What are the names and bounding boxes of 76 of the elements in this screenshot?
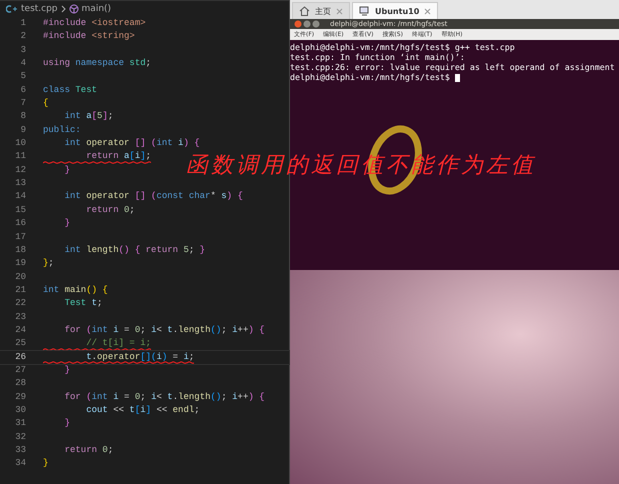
line-number: 33	[14, 444, 26, 457]
maximize-icon[interactable]	[312, 20, 320, 28]
line-number: 1	[20, 17, 26, 30]
code-line: for (int i = 0; i< t.length(); i++) {	[64, 324, 265, 337]
line-number: 21	[14, 284, 26, 297]
line-number: 31	[14, 417, 26, 430]
code-line: for (int i = 0; i< t.length(); i++) {	[64, 390, 265, 404]
terminal-line: delphi@delphi-vm:/mnt/hgfs/test$	[290, 72, 451, 82]
code-line: int main() {	[43, 284, 108, 297]
cube-icon	[68, 4, 79, 14]
code-line: #include <string>	[43, 30, 135, 44]
close-icon[interactable]	[424, 8, 432, 14]
line-number: 23	[14, 310, 26, 324]
close-icon[interactable]	[294, 20, 302, 28]
code-line: cout << t[i] << endl;	[85, 404, 200, 417]
line-number: 19	[14, 257, 26, 270]
terminal-line: test.cpp: In function ‘int main()’:	[290, 52, 465, 62]
terminal-cursor	[454, 74, 460, 82]
code-line: }	[64, 364, 70, 377]
minimize-icon[interactable]	[303, 20, 311, 28]
line-number: 20	[14, 270, 26, 284]
breadcrumb-file[interactable]: test.cpp	[21, 4, 58, 14]
line-number: 13	[14, 177, 26, 190]
line-number: 8	[20, 110, 26, 124]
terminal-line: test.cpp:26: error: lvalue required as left operand of assignment	[290, 62, 615, 72]
code-line: int length() { return 5; }	[64, 244, 206, 257]
line-number: 25	[14, 337, 26, 350]
code-line: return 0;	[64, 444, 114, 457]
line-number: 10	[14, 137, 26, 150]
code-line: int operator [] (int i) {	[64, 137, 200, 150]
monitor-icon	[359, 6, 370, 16]
vm-tab[interactable]: Ubuntu10	[352, 2, 438, 19]
line-number: 27	[14, 364, 26, 377]
line-number: 9	[20, 124, 26, 137]
cpp-file-icon	[6, 5, 18, 13]
line-number: 34	[14, 457, 26, 470]
line-number: 16	[14, 217, 26, 230]
code-line: using namespace std;	[43, 57, 152, 70]
line-number: 28	[14, 377, 26, 390]
line-number: 32	[14, 430, 26, 444]
line-number: 4	[20, 57, 26, 70]
line-number: 26	[14, 350, 26, 364]
line-number: 11	[14, 150, 26, 164]
chevron-right-icon	[60, 5, 66, 13]
code-line: public:	[43, 124, 81, 137]
line-number: 15	[14, 204, 26, 217]
line-number: 18	[14, 244, 26, 257]
code-line: int operator [] (const char* s) {	[64, 190, 243, 204]
code-line: Test t;	[64, 297, 102, 310]
code-line: return 0;	[85, 204, 135, 217]
terminal-line: delphi@delphi-vm:/mnt/hgfs/test$ g++ test.cpp	[290, 42, 515, 52]
code-line: #include <iostream>	[43, 17, 146, 30]
code-line: class Test	[43, 84, 98, 97]
code-line: }	[43, 457, 48, 470]
code-line: }	[64, 217, 70, 230]
code-line: }	[64, 417, 70, 430]
code-line: }	[64, 164, 70, 177]
line-number: 12	[14, 164, 26, 177]
line-number: 29	[14, 390, 26, 404]
line-number: 22	[14, 297, 26, 310]
line-number: 17	[14, 230, 26, 244]
code-line: int a[5];	[64, 110, 114, 124]
line-number: 24	[14, 324, 26, 337]
line-number: 5	[20, 70, 26, 84]
line-number: 7	[20, 97, 26, 110]
line-number: 14	[14, 190, 26, 204]
code-line: {	[43, 97, 48, 110]
line-number: 30	[14, 404, 26, 417]
line-number: 2	[20, 30, 26, 44]
breadcrumb-symbol[interactable]: main()	[82, 4, 112, 14]
home-icon	[299, 6, 310, 16]
line-number: 6	[20, 84, 26, 97]
vm-tab[interactable]: 主页	[292, 2, 350, 19]
line-number: 3	[20, 44, 26, 57]
close-icon[interactable]	[336, 8, 343, 14]
code-line: };	[43, 257, 54, 270]
